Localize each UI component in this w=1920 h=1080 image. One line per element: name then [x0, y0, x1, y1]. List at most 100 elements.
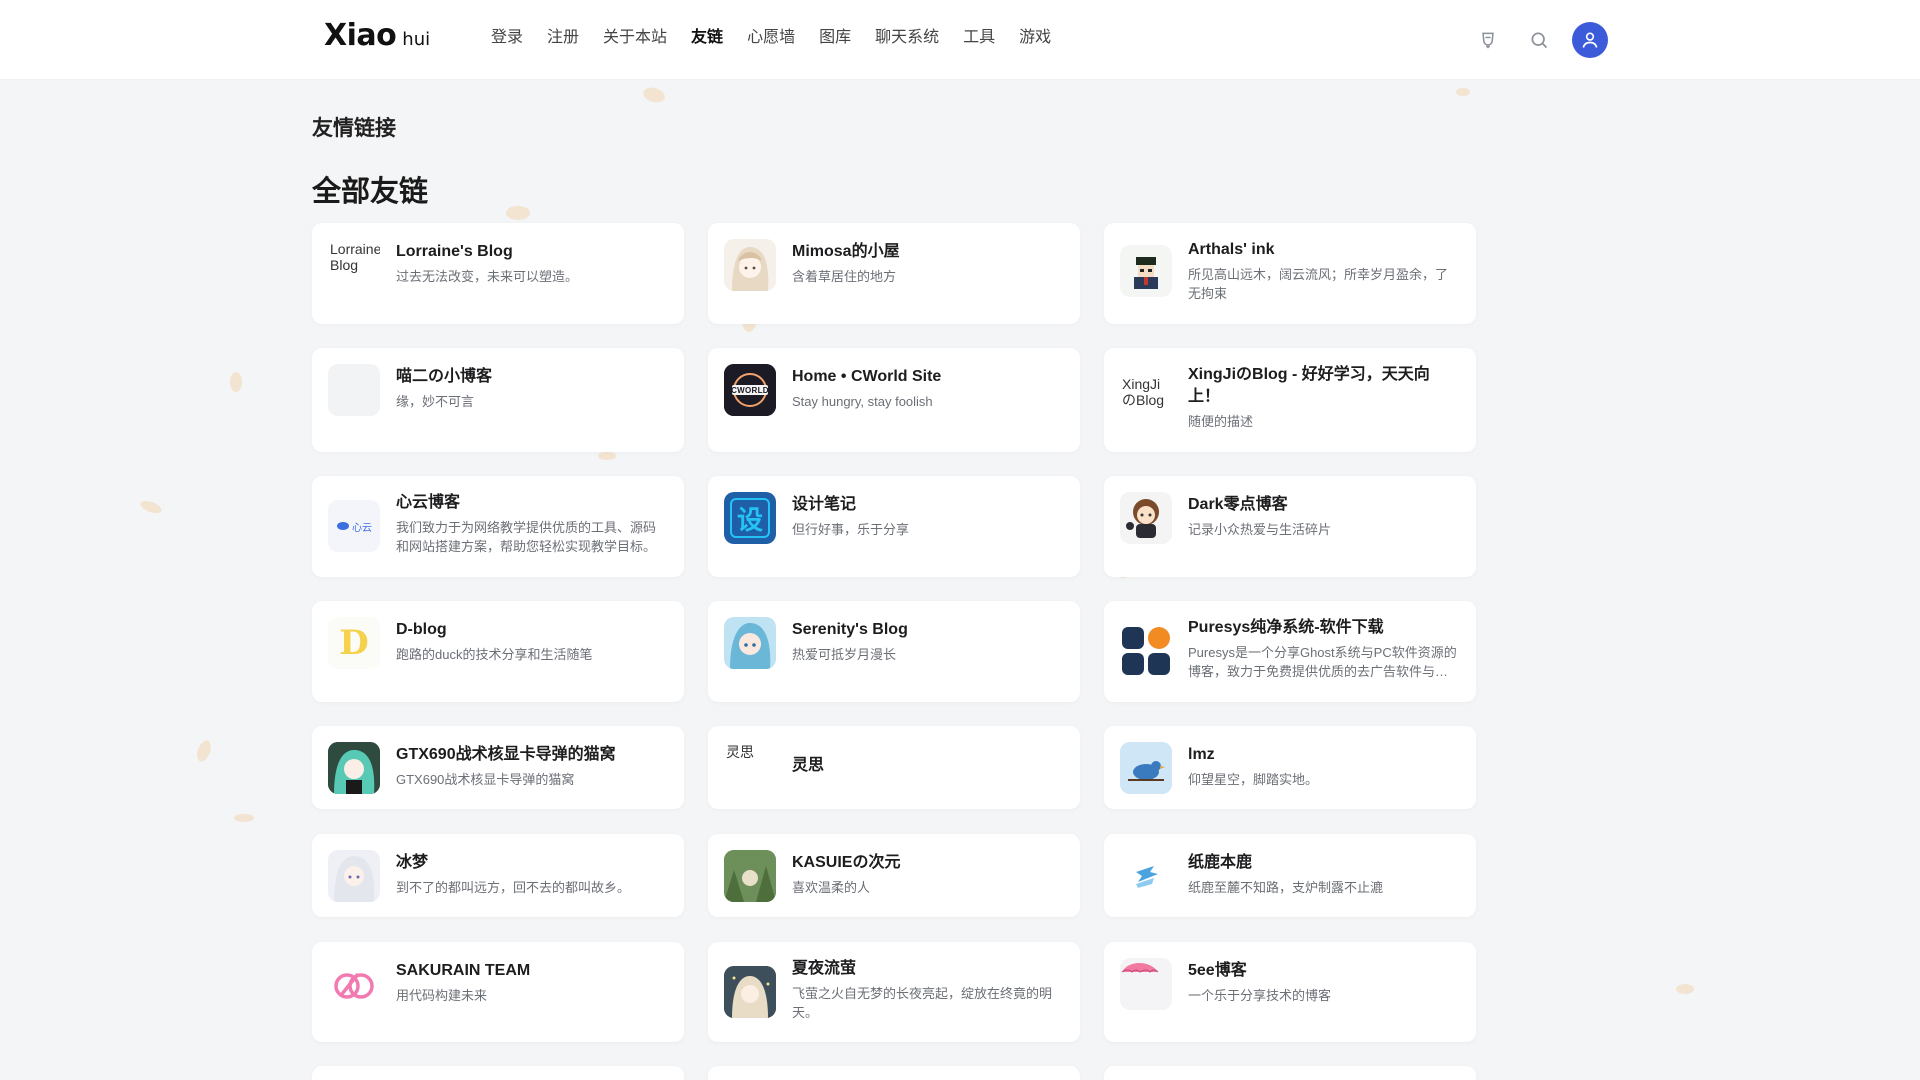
friend-link-card[interactable]: Serenity's Blog 热爱可抵岁月漫长 — [708, 601, 1080, 702]
broken-image-alt-text: Lorraine Blog — [328, 239, 380, 291]
friend-link-card[interactable]: 灵思 灵思 — [708, 726, 1080, 809]
link-name: GTX690战术核显卡导弹的猫窝 — [396, 746, 616, 763]
friend-link-card[interactable]: D D-blog 跑路的duck的技术分享和生活随笔 — [312, 601, 684, 702]
main-nav: 登录 注册 关于本站 友链 心愿墙 图库 聊天系统 工具 游戏 — [491, 26, 1075, 50]
friend-link-card[interactable]: 夏夜流萤 飞萤之火自无梦的长夜亮起，绽放在终竟的明天。 — [708, 942, 1080, 1042]
nav-chat-system[interactable]: 聊天系统 — [875, 26, 939, 50]
anime-night-avatar-icon — [724, 966, 776, 1018]
chibi-character-avatar-icon — [1120, 492, 1172, 544]
theme-toggle-icon[interactable] — [1474, 26, 1502, 54]
design-logo-text: 设 — [736, 504, 763, 535]
link-description: 到不了的都叫远方，回不去的都叫故乡。 — [396, 880, 631, 895]
friend-link-card[interactable]: GTX690战术核显卡导弹的猫窝 GTX690战术核显卡导弹的猫窝 — [312, 726, 684, 809]
link-avatar-broken-image: 灵思 — [724, 742, 776, 794]
cworld-logo-icon: CWORLD — [724, 364, 776, 416]
friend-link-card[interactable]: 设 设计笔记 但行好事，乐于分享 — [708, 476, 1080, 577]
d-blog-logo-icon: D — [328, 617, 380, 669]
link-description: Puresys是一个分享Ghost系统与PC软件资源的博客，致力于免费提供优质的… — [1188, 645, 1457, 679]
link-description: 缘，妙不可言 — [396, 394, 475, 409]
nav-tools[interactable]: 工具 — [963, 26, 995, 50]
link-description: 一个乐于分享技术的博客 — [1188, 988, 1332, 1003]
link-description: 喜欢温柔的人 — [792, 880, 871, 895]
site-logo[interactable]: Xiao hui — [324, 18, 430, 58]
friend-link-card[interactable]: 冰梦 到不了的都叫远方，回不去的都叫故乡。 — [312, 834, 684, 917]
friend-link-card[interactable]: 心云 心云博客 我们致力于为网络教学提供优质的工具、源码和网站搭建方案，帮助您轻… — [312, 476, 684, 577]
friend-link-card[interactable]: Puresys纯净系统-软件下载 Puresys是一个分享Ghost系统与PC软… — [1104, 601, 1476, 702]
link-description: 仰望星空，脚踏实地。 — [1188, 772, 1319, 787]
search-icon[interactable] — [1525, 26, 1553, 54]
petal-decoration — [641, 85, 667, 105]
friend-link-card[interactable]: 喵二の小博客 缘，妙不可言 — [312, 348, 684, 452]
friend-link-card[interactable]: KASUIEの次元 喜欢温柔的人 — [708, 834, 1080, 917]
anime-girl-avatar-icon — [724, 617, 776, 669]
link-description: Stay hungry, stay foolish — [792, 394, 933, 409]
user-avatar-button[interactable] — [1572, 22, 1608, 58]
link-description: 用代码构建未来 — [396, 988, 488, 1003]
pink-umbrella-icon — [1120, 958, 1172, 1010]
link-description: 过去无法改变，未来可以塑造。 — [396, 269, 579, 284]
petal-decoration — [230, 372, 242, 392]
design-notes-logo-icon: 设 — [724, 492, 776, 544]
d-logo-text: D — [339, 623, 369, 663]
link-description: 随便的描述 — [1188, 414, 1254, 429]
nav-login[interactable]: 登录 — [491, 26, 523, 50]
link-description: 记录小众热爱与生活碎片 — [1188, 522, 1332, 537]
link-name: lmz — [1188, 746, 1215, 763]
friend-link-card[interactable]: SAKURAIN TEAM 用代码构建未来 — [312, 942, 684, 1042]
link-avatar-broken-image: XingJiのBlog — [1120, 374, 1172, 426]
link-description: 飞萤之火自无梦的长夜亮起，绽放在终竟的明天。 — [792, 986, 1053, 1020]
friend-link-card[interactable]: Mimosa的小屋 含着草居住的地方 — [708, 223, 1080, 324]
link-name: 5ee博客 — [1188, 962, 1247, 979]
anime-forest-avatar-icon — [724, 850, 776, 902]
friend-link-card[interactable]: CWORLD Home • CWorld Site Stay hungry, s… — [708, 348, 1080, 452]
link-name: Home • CWorld Site — [792, 368, 942, 385]
blue-bird-icon — [1120, 742, 1172, 794]
link-name: D-blog — [396, 621, 447, 638]
friend-link-card[interactable]: XingJiのBlog XingJiのBlog - 好好学习，天天向上！ 随便的… — [1104, 348, 1476, 452]
puresys-logo-icon — [1120, 625, 1172, 677]
friend-link-card[interactable]: Dark零点博客 记录小众热爱与生活碎片 — [1104, 476, 1476, 577]
broken-image-alt-text: XingJiのBlog — [1120, 374, 1172, 426]
friend-link-card-partial[interactable] — [312, 1066, 684, 1080]
link-description: 跑路的duck的技术分享和生活随笔 — [396, 647, 593, 662]
link-description: 热爱可抵岁月漫长 — [792, 647, 897, 662]
petal-decoration — [1456, 88, 1470, 96]
link-name: 夏夜流萤 — [792, 960, 857, 977]
link-name: 灵思 — [792, 757, 825, 774]
friend-link-card-partial[interactable] — [1104, 1066, 1476, 1080]
link-description: 所见高山远木，阔云流风；所幸岁月盈余，了无拘束 — [1188, 267, 1449, 301]
nav-gallery[interactable]: 图库 — [819, 26, 851, 50]
cworld-logo-text: CWORLD — [731, 385, 769, 395]
link-name: Dark零点博客 — [1188, 496, 1288, 513]
nav-register[interactable]: 注册 — [547, 26, 579, 50]
nav-friend-links[interactable]: 友链 — [691, 26, 723, 50]
broken-image-alt-text: 灵思 — [724, 742, 776, 794]
nav-about[interactable]: 关于本站 — [603, 26, 667, 50]
friend-link-card[interactable]: Lorraine Blog Lorraine's Blog 过去无法改变，未来可… — [312, 223, 684, 324]
page-breadcrumb: 友情链接 — [312, 117, 396, 140]
friend-link-card-partial[interactable] — [708, 1066, 1080, 1080]
link-name: 喵二の小博客 — [396, 368, 493, 385]
link-name: Puresys纯净系统-软件下载 — [1188, 619, 1384, 636]
link-name: 设计笔记 — [792, 496, 857, 513]
friend-link-card[interactable]: 5ee博客 一个乐于分享技术的博客 — [1104, 942, 1476, 1042]
link-description: 我们致力于为网络教学提供优质的工具、源码和网站搭建方案，帮助您轻松实现教学目标。 — [396, 520, 657, 554]
link-name: Arthals' ink — [1188, 241, 1275, 258]
link-name: KASUIEの次元 — [792, 854, 901, 871]
friend-link-card[interactable]: 纸鹿本鹿 纸鹿至麓不知路，支炉制露不止漉 — [1104, 834, 1476, 917]
friend-link-card[interactable]: lmz 仰望星空，脚踏实地。 — [1104, 726, 1476, 809]
link-avatar-blank — [328, 364, 380, 416]
petal-decoration — [1676, 984, 1694, 994]
friend-link-card[interactable]: Arthals' ink 所见高山远木，阔云流风；所幸岁月盈余，了无拘束 — [1104, 223, 1476, 324]
nav-wish-wall[interactable]: 心愿墙 — [747, 26, 795, 50]
petal-decoration — [506, 206, 530, 220]
logo-subtext: hui — [402, 29, 431, 50]
anime-girl-avatar-icon — [328, 742, 380, 794]
pixel-character-avatar-icon — [1120, 245, 1172, 297]
top-navbar: Xiao hui 登录 注册 关于本站 友链 心愿墙 图库 聊天系统 工具 游戏 — [0, 0, 1920, 80]
link-name: XingJiのBlog - 好好学习，天天向上！ — [1188, 366, 1430, 405]
user-icon — [1582, 32, 1598, 48]
nav-games[interactable]: 游戏 — [1019, 26, 1051, 50]
anime-girl-avatar-icon — [724, 239, 776, 291]
sakurain-logo-icon — [328, 958, 380, 1010]
